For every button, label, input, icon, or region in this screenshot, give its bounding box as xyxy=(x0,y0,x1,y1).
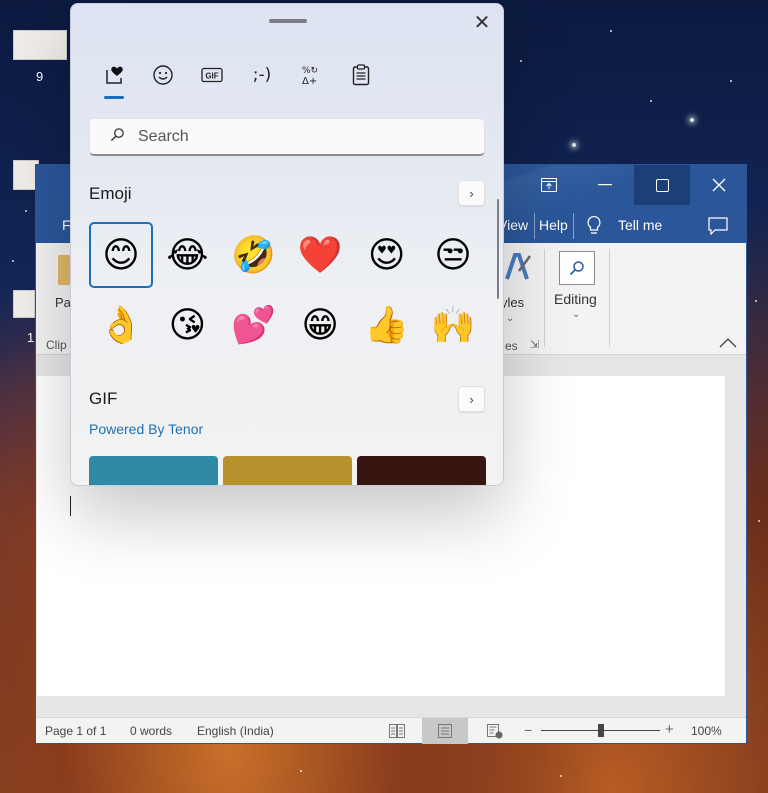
collapse-ribbon-icon[interactable] xyxy=(719,338,737,348)
gif-thumbnail[interactable] xyxy=(223,456,352,485)
emoji-thumbs-up[interactable]: 👍 xyxy=(355,292,419,358)
tab-kaomoji[interactable]: ;-) xyxy=(247,60,277,90)
styles-button[interactable]: yles xyxy=(501,295,524,310)
emoji-raising-hands[interactable]: 🙌 xyxy=(421,292,485,358)
gif-thumbnail[interactable] xyxy=(89,456,218,485)
emoji-unamused-face[interactable]: 😒 xyxy=(421,222,485,288)
ribbon-display-options-button[interactable] xyxy=(521,165,577,205)
svg-text:GIF: GIF xyxy=(205,72,218,81)
comments-icon[interactable] xyxy=(708,217,728,235)
zoom-out-button[interactable]: − xyxy=(524,722,532,738)
tab-gif[interactable]: GIF xyxy=(197,60,227,90)
star xyxy=(560,775,562,777)
star xyxy=(12,260,14,262)
lightbulb-icon[interactable] xyxy=(586,215,602,237)
print-layout-button[interactable] xyxy=(422,718,468,744)
styles-icon[interactable] xyxy=(505,251,531,281)
close-icon xyxy=(712,178,726,192)
smiley-icon xyxy=(153,65,173,85)
tab-help[interactable]: Help xyxy=(539,217,568,233)
panel-scrollbar[interactable] xyxy=(497,199,499,299)
emoji-section-title: Emoji xyxy=(89,184,132,203)
tab-clipboard[interactable] xyxy=(346,60,376,90)
star xyxy=(520,60,522,62)
search-box xyxy=(89,118,485,156)
language[interactable]: English (India) xyxy=(197,724,274,738)
close-window-button[interactable] xyxy=(691,165,747,205)
search-icon xyxy=(569,261,584,276)
word-count[interactable]: 0 words xyxy=(130,724,172,738)
emoji-smiling-face-with-heart-eyes[interactable]: 😍 xyxy=(355,222,419,288)
gif-more-button[interactable]: › xyxy=(458,386,485,412)
star xyxy=(25,210,27,212)
minimize-icon xyxy=(598,184,612,186)
maximize-icon xyxy=(655,178,669,192)
styles-group-label: es xyxy=(505,339,518,353)
tab-symbols[interactable]: %↻ Δ+ xyxy=(296,60,326,90)
star xyxy=(755,300,757,302)
tell-me-search[interactable]: Tell me xyxy=(618,217,662,233)
search-icon xyxy=(110,128,124,142)
emoji-smiling-face-with-smiling-eyes[interactable]: 😊 xyxy=(89,222,153,288)
tab-most-used[interactable] xyxy=(100,60,130,90)
zoom-slider-thumb[interactable] xyxy=(597,724,604,737)
maximize-button[interactable] xyxy=(634,165,690,205)
star xyxy=(730,80,732,82)
paste-button[interactable]: Pa xyxy=(55,295,71,310)
emoji-face-with-tears-of-joy[interactable]: 😂 xyxy=(155,222,219,288)
desktop-thumbnail-label: 9 xyxy=(36,69,44,84)
emoji-red-heart[interactable]: ❤️ xyxy=(288,222,352,288)
tab-emoji[interactable] xyxy=(148,60,178,90)
desktop-thumbnail[interactable] xyxy=(13,290,35,318)
star xyxy=(758,520,760,522)
web-layout-button[interactable] xyxy=(472,718,518,744)
powered-by-tenor-link[interactable]: Powered By Tenor xyxy=(89,421,203,437)
gif-thumbnail[interactable] xyxy=(357,456,486,485)
ribbon-display-icon xyxy=(541,178,557,192)
zoom-level[interactable]: 100% xyxy=(691,724,722,738)
styles-chevron-icon[interactable]: ⌄ xyxy=(506,313,514,324)
heart-box-icon xyxy=(106,66,123,84)
clipboard-icon xyxy=(352,64,370,86)
symbols-icon: %↻Δ+ xyxy=(302,66,318,86)
emoji-more-button[interactable]: › xyxy=(458,180,485,206)
editing-button[interactable]: Editing xyxy=(554,291,597,307)
emoji-search-input[interactable] xyxy=(138,125,468,149)
close-panel-button[interactable]: ✕ xyxy=(471,12,493,34)
read-mode-button[interactable] xyxy=(374,718,420,744)
star xyxy=(300,770,302,772)
star xyxy=(690,118,694,122)
drag-handle[interactable] xyxy=(269,19,307,23)
print-layout-icon xyxy=(438,724,452,738)
star xyxy=(610,30,612,32)
editing-chevron-icon[interactable]: ⌄ xyxy=(572,309,580,320)
svg-text:%↻: %↻ xyxy=(302,66,318,76)
status-bar: Page 1 of 1 0 words English (India) − + … xyxy=(36,717,746,744)
selected-tab-indicator xyxy=(104,96,124,99)
styles-dialog-launcher-icon[interactable]: ⇲ xyxy=(530,338,539,351)
emoji-face-blowing-a-kiss[interactable]: 😘 xyxy=(155,292,219,358)
emoji-rolling-on-the-floor-laughing[interactable]: 🤣 xyxy=(222,222,286,288)
minimize-button[interactable] xyxy=(577,165,633,205)
desktop-thumbnail-label: 1 xyxy=(27,330,35,345)
emoji-two-hearts[interactable]: 💕 xyxy=(222,292,286,358)
web-layout-icon xyxy=(487,723,503,738)
page-count[interactable]: Page 1 of 1 xyxy=(45,724,106,738)
gif-section-title: GIF xyxy=(89,389,118,408)
find-button[interactable] xyxy=(559,251,595,285)
desktop-thumbnail[interactable] xyxy=(13,30,67,60)
star xyxy=(572,143,576,147)
text-cursor xyxy=(70,496,71,516)
emoji-beaming-face-with-smiling-eyes[interactable]: 😁 xyxy=(288,292,352,358)
paste-icon[interactable] xyxy=(58,255,70,285)
emoji-ok-hand[interactable]: 👌 xyxy=(89,292,153,358)
clipboard-group-label: Clip xyxy=(46,338,67,352)
svg-text:Δ+: Δ+ xyxy=(302,76,317,86)
read-mode-icon xyxy=(389,724,405,738)
emoji-panel: ✕ GIF ;-) %↻Δ+ Emoji › 😊😂🤣❤️😍😒 👌😘💕😁👍🙌 GIF… xyxy=(70,3,504,486)
zoom-in-button[interactable]: + xyxy=(665,721,674,738)
gif-icon: GIF xyxy=(201,67,223,83)
star xyxy=(650,100,652,102)
